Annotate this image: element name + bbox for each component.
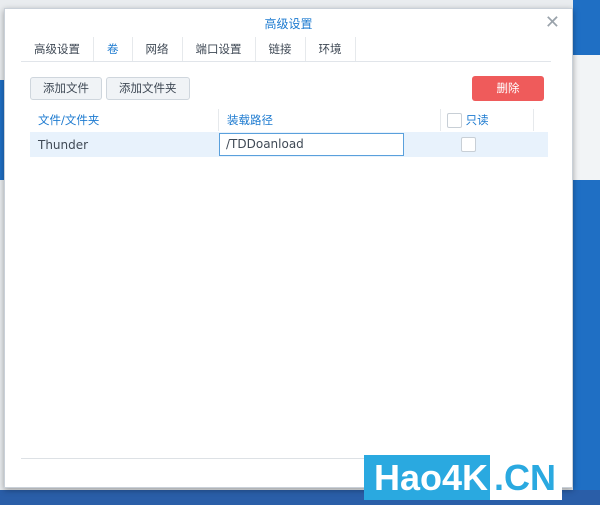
tab-bar: 高级设置 卷 网络 端口设置 链接 环境 <box>21 37 551 62</box>
tab-advanced[interactable]: 高级设置 <box>21 37 94 61</box>
add-folder-button[interactable]: 添加文件夹 <box>106 77 190 100</box>
delete-button[interactable]: 删除 <box>472 76 544 101</box>
background-window <box>573 0 600 505</box>
tab-links[interactable]: 链接 <box>256 37 306 61</box>
header-readonly: 只读 <box>441 109 534 131</box>
readonly-label: 只读 <box>465 113 489 127</box>
header-mount-path[interactable]: 装载路径 <box>219 109 441 131</box>
watermark: Hao4K .CN <box>364 455 563 500</box>
tab-volume[interactable]: 卷 <box>94 37 133 61</box>
watermark-domain: .CN <box>490 455 563 500</box>
dialog-title: 高级设置 <box>264 17 313 31</box>
table-header: 文件/文件夹 装载路径 只读 <box>30 109 548 131</box>
header-file-folder[interactable]: 文件/文件夹 <box>30 109 219 131</box>
mount-path-input[interactable]: /TDDoanload <box>219 133 404 156</box>
advanced-settings-dialog: 高级设置 ✕ 高级设置 卷 网络 端口设置 链接 环境 添加文件 添加文件夹 删… <box>4 8 573 488</box>
readonly-checkbox[interactable] <box>461 137 476 152</box>
watermark-text: Hao4K <box>364 455 491 500</box>
tab-network[interactable]: 网络 <box>133 37 183 61</box>
add-file-button[interactable]: 添加文件 <box>30 77 102 100</box>
tab-port-settings[interactable]: 端口设置 <box>183 37 256 61</box>
close-icon[interactable]: ✕ <box>545 12 560 33</box>
readonly-all-checkbox[interactable] <box>447 113 462 128</box>
table-row[interactable]: Thunder /TDDoanload <box>30 132 548 157</box>
row-name: Thunder <box>38 137 89 152</box>
tab-environment[interactable]: 环境 <box>306 37 356 61</box>
